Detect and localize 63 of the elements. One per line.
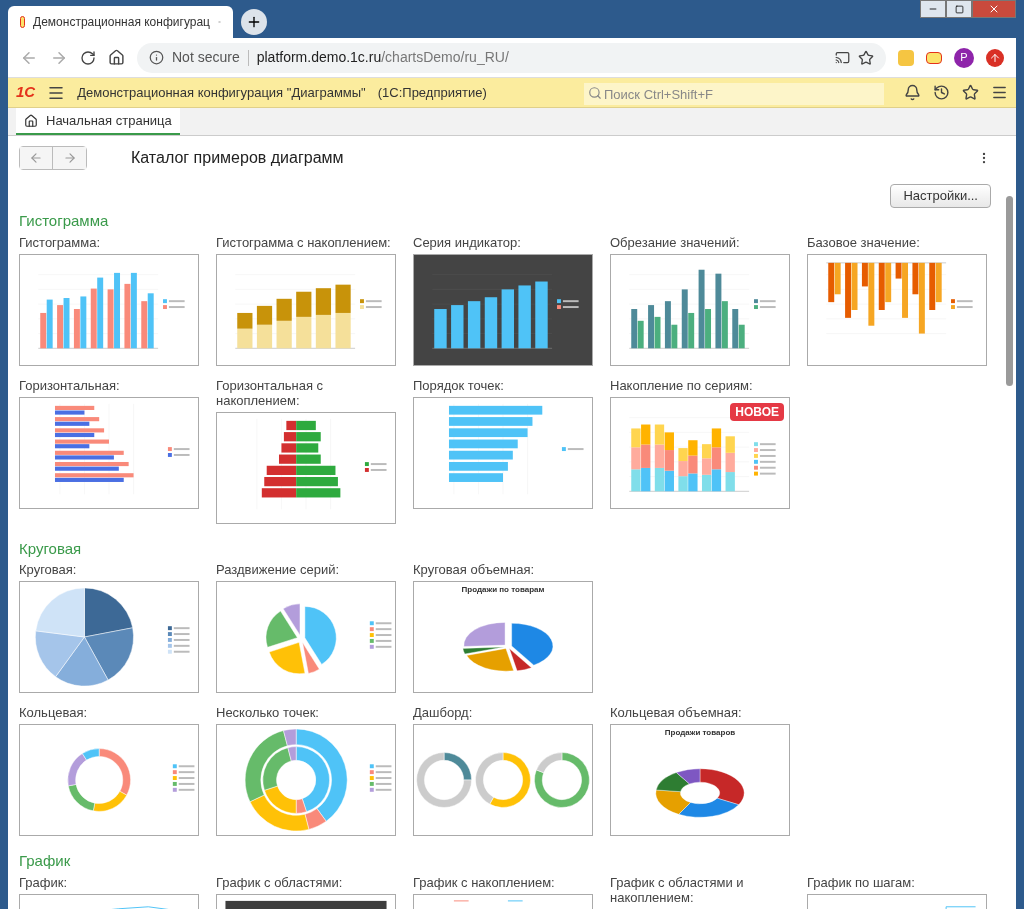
browser-tab[interactable]: Демонстрационная конфигурац — [8, 6, 233, 38]
chart-label: График с областями: — [216, 874, 344, 890]
tab-title: Демонстрационная конфигурац — [33, 14, 210, 31]
chart-label: Горизонтальная: — [19, 377, 121, 393]
extension-icon[interactable] — [926, 51, 942, 64]
more-menu-icon[interactable] — [991, 84, 1008, 101]
chart-label: Накопление по сериям: — [610, 377, 754, 393]
address-bar[interactable]: Not secure platform.demo.1c.ru/chartsDemo/ru_RU/ — [137, 42, 886, 73]
chart-label: Базовое значение: — [807, 234, 921, 250]
new-tab-button[interactable] — [241, 9, 267, 35]
chart-label: Раздвижение серий: — [216, 562, 341, 577]
chart-label: График с накоплением: — [413, 874, 556, 890]
maximize-icon — [954, 4, 964, 14]
section-title: График — [19, 851, 72, 871]
section-title: Гистограмма — [19, 211, 110, 231]
search-icon — [588, 85, 602, 100]
update-icon[interactable] — [986, 48, 1004, 67]
bookmark-star-icon[interactable] — [858, 49, 874, 66]
history-icon[interactable] — [933, 84, 950, 101]
chart-label: Несколько точек: — [216, 705, 320, 720]
chart-preview-drawing[interactable] — [413, 253, 593, 366]
chart-label: Обрезание значений: — [610, 234, 741, 250]
minimize-button[interactable] — [920, 0, 946, 18]
search-field[interactable]: Поиск Ctrl+Shift+F — [584, 83, 884, 105]
chart-preview-drawing[interactable] — [216, 411, 396, 524]
favorites-icon[interactable] — [962, 84, 979, 101]
chart-caption: Продажи по товарам — [460, 584, 546, 596]
plus-icon — [246, 14, 262, 30]
url-text: platform.demo.1c.ru/chartsDemo/ru_RU/ — [256, 48, 509, 67]
chart-label: Гистограмма с накоплением: — [216, 234, 392, 250]
logo-icon — [20, 16, 26, 28]
chart-label: График с областями и накоплением: — [610, 874, 745, 905]
chart-label: Круговая объемная: — [413, 562, 536, 577]
chart-label: Горизонтальная с накоплением: — [216, 377, 325, 408]
section-title: Круговая — [19, 538, 83, 559]
app-logo[interactable]: 1С — [16, 81, 36, 104]
cast-icon[interactable] — [835, 50, 850, 65]
maximize-button[interactable] — [946, 0, 972, 18]
chart-caption: Продажи товаров — [663, 727, 737, 739]
page-title: Каталог примеров диаграмм — [131, 148, 344, 168]
profile-avatar[interactable]: P — [954, 47, 974, 68]
chart-preview-drawing[interactable] — [19, 581, 199, 693]
scrollbar-thumb[interactable] — [1005, 196, 1013, 386]
home-icon — [24, 113, 38, 128]
reload-icon[interactable] — [80, 49, 96, 66]
chart-label: График: — [19, 874, 69, 890]
app-subtitle: (1С:Предприятие) — [377, 83, 487, 102]
settings-button[interactable]: Настройки... — [890, 184, 991, 208]
chart-label: Дашборд: — [413, 705, 474, 720]
chart-label: Порядок точек: — [413, 377, 505, 393]
chart-label: Серия индикатор: — [413, 234, 522, 250]
chart-label: Кольцевая: — [19, 705, 89, 720]
chart-label: Круговая: — [19, 562, 78, 577]
page-tab[interactable]: Начальная страница — [16, 108, 180, 135]
home-icon[interactable] — [108, 49, 125, 66]
security-label: Not secure — [172, 48, 240, 67]
chart-label: График по шагам: — [807, 874, 916, 890]
chart-label: Кольцевая объемная: — [610, 705, 743, 720]
chart-preview-drawing[interactable] — [610, 724, 790, 836]
notifications-icon[interactable] — [904, 84, 921, 101]
info-icon — [149, 50, 164, 65]
app-title: Демонстрационная конфигурация "Диаграммы" — [77, 83, 366, 102]
chart-label: Гистограмма: — [19, 234, 102, 250]
